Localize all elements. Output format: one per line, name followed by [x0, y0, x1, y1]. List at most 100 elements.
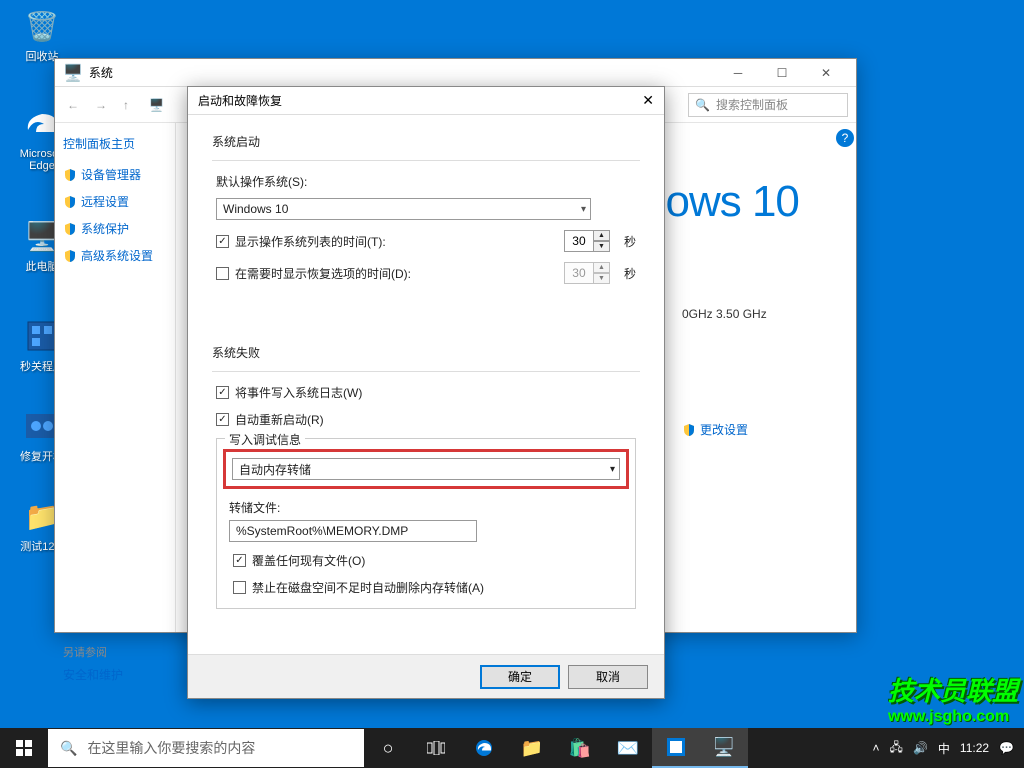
search-placeholder: 搜索控制面板: [716, 96, 788, 113]
tray-notifications-icon[interactable]: 💬: [999, 741, 1014, 755]
system-title: 系统: [89, 64, 113, 81]
system-tray: ˄ 🖧 🔊 中 11:22 💬: [863, 738, 1024, 759]
start-button[interactable]: [0, 728, 48, 768]
os-list-time-input[interactable]: ▲▼: [564, 230, 610, 252]
help-icon[interactable]: ?: [836, 129, 854, 147]
overwrite-checkbox[interactable]: [233, 554, 246, 567]
close-button[interactable]: ✕: [804, 60, 848, 86]
unit-label: 秒: [624, 265, 636, 282]
breadcrumb-icon: 🖥️: [149, 98, 164, 112]
app2-taskbar-icon[interactable]: 🖥️: [700, 728, 748, 768]
tray-time[interactable]: 11:22: [960, 741, 989, 755]
sidebar-protection[interactable]: 系统保护: [63, 220, 167, 237]
auto-restart-checkbox[interactable]: [216, 413, 229, 426]
sidebar-remote[interactable]: 远程设置: [63, 193, 167, 210]
shield-icon: [63, 249, 77, 263]
input-value: %SystemRoot%\MEMORY.DMP: [236, 524, 408, 538]
spinner-down: ▼: [594, 273, 610, 284]
unit-label: 秒: [624, 233, 636, 250]
app-taskbar-icon[interactable]: [652, 728, 700, 768]
watermark: 技术员联盟 www.jsgho.com: [888, 671, 1018, 726]
shield-icon: [63, 195, 77, 209]
sidebar-home[interactable]: 控制面板主页: [63, 135, 167, 152]
default-os-select[interactable]: Windows 10 ▾: [216, 198, 591, 220]
watermark-url: www.jsgho.com: [888, 708, 1018, 726]
debug-header: 写入调试信息: [225, 431, 305, 448]
spinner-down[interactable]: ▼: [594, 241, 610, 252]
search-icon: 🔍: [695, 98, 710, 112]
number-field[interactable]: [564, 230, 594, 252]
debug-info-group: 写入调试信息 自动内存转储 ▾ 转储文件: %SystemRoot%\MEMOR…: [216, 438, 636, 609]
sidebar-related-header: 另请参阅: [63, 644, 167, 660]
tray-volume-icon[interactable]: 🔊: [913, 741, 928, 755]
cancel-button[interactable]: 取消: [568, 665, 648, 689]
up-button[interactable]: ↑: [119, 98, 133, 112]
watermark-title: 技术员联盟: [888, 671, 1018, 708]
startup-recovery-dialog: 启动和故障恢复 ✕ 系统启动 默认操作系统(S): Windows 10 ▾ 显…: [187, 86, 665, 699]
system-titlebar: 🖥️ 系统 ─ ☐ ✕: [55, 59, 856, 87]
debug-dump-select[interactable]: 自动内存转储 ▾: [232, 458, 620, 480]
search-placeholder: 在这里输入你要搜索的内容: [87, 738, 255, 758]
disable-auto-delete-checkbox[interactable]: [233, 581, 246, 594]
chevron-down-icon: ▾: [581, 204, 586, 215]
sidebar-advanced[interactable]: 高级系统设置: [63, 247, 167, 264]
desktop-icon-recycle-bin[interactable]: 🗑️ 回收站: [12, 6, 72, 64]
cpu-info: 0GHz 3.50 GHz: [682, 307, 840, 321]
maximize-button[interactable]: ☐: [760, 60, 804, 86]
checkbox-label: 覆盖任何现有文件(O): [252, 552, 365, 569]
failure-header: 系统失败: [212, 344, 640, 361]
dialog-close-button[interactable]: ✕: [642, 92, 654, 109]
recovery-time-input[interactable]: ▲▼: [564, 262, 610, 284]
cortana-icon[interactable]: ○: [364, 728, 412, 768]
back-button[interactable]: ←: [63, 98, 83, 112]
sidebar-related-link[interactable]: 安全和维护: [63, 666, 167, 683]
select-value: Windows 10: [223, 202, 288, 216]
sidebar-link-label: 设备管理器: [81, 166, 141, 183]
sidebar-link-label: 系统保护: [81, 220, 129, 237]
store-taskbar-icon[interactable]: 🛍️: [556, 728, 604, 768]
dialog-footer: 确定 取消: [188, 654, 664, 698]
edge-taskbar-icon[interactable]: [460, 728, 508, 768]
checkbox-label: 将事件写入系统日志(W): [235, 384, 362, 401]
checkbox-label: 自动重新启动(R): [235, 411, 324, 428]
select-value: 自动内存转储: [239, 461, 311, 478]
control-panel-search[interactable]: 🔍 搜索控制面板: [688, 93, 848, 117]
ok-button[interactable]: 确定: [480, 665, 560, 689]
dump-file-input[interactable]: %SystemRoot%\MEMORY.DMP: [229, 520, 477, 542]
sidebar-device-manager[interactable]: 设备管理器: [63, 166, 167, 183]
system-sidebar: 控制面板主页 设备管理器 远程设置 系统保护 高级系统设置 另请参阅 安全和维护: [55, 123, 175, 632]
default-os-label: 默认操作系统(S):: [212, 173, 640, 190]
windows-brand: dows 10: [642, 177, 840, 227]
show-os-list-checkbox[interactable]: [216, 235, 229, 248]
checkbox-label: 在需要时显示恢复选项的时间(D):: [235, 265, 411, 282]
mail-taskbar-icon[interactable]: ✉️: [604, 728, 652, 768]
sidebar-link-label: 安全和维护: [63, 666, 123, 683]
number-field[interactable]: [564, 262, 594, 284]
recycle-bin-icon: 🗑️: [22, 6, 62, 46]
change-settings-label: 更改设置: [700, 421, 748, 438]
task-view-icon[interactable]: [412, 728, 460, 768]
search-icon: 🔍: [60, 740, 77, 757]
minimize-button[interactable]: ─: [716, 60, 760, 86]
startup-header: 系统启动: [212, 133, 640, 150]
tray-ime-icon[interactable]: 中: [938, 740, 950, 757]
taskbar-search[interactable]: 🔍 在这里输入你要搜索的内容: [48, 729, 364, 767]
shield-icon: [63, 168, 77, 182]
sidebar-link-label: 远程设置: [81, 193, 129, 210]
taskbar: 🔍 在这里输入你要搜索的内容 ○ 📁 🛍️ ✉️ 🖥️ ˄ 🖧 🔊 中 11:2…: [0, 728, 1024, 768]
checkbox-label: 显示操作系统列表的时间(T):: [235, 233, 386, 250]
explorer-taskbar-icon[interactable]: 📁: [508, 728, 556, 768]
system-icon: 🖥️: [63, 63, 83, 83]
tray-network-icon[interactable]: 🖧: [890, 738, 903, 759]
show-recovery-checkbox[interactable]: [216, 267, 229, 280]
write-event-checkbox[interactable]: [216, 386, 229, 399]
dialog-titlebar: 启动和故障恢复 ✕: [188, 87, 664, 115]
change-settings-link[interactable]: 更改设置: [682, 421, 840, 438]
spinner-up: ▲: [594, 262, 610, 273]
highlight-box: 自动内存转储 ▾: [223, 449, 629, 489]
shield-icon: [682, 423, 696, 437]
tray-chevron-icon[interactable]: ˄: [873, 741, 880, 755]
forward-button[interactable]: →: [91, 98, 111, 112]
dialog-title: 启动和故障恢复: [198, 92, 282, 109]
spinner-up[interactable]: ▲: [594, 230, 610, 241]
